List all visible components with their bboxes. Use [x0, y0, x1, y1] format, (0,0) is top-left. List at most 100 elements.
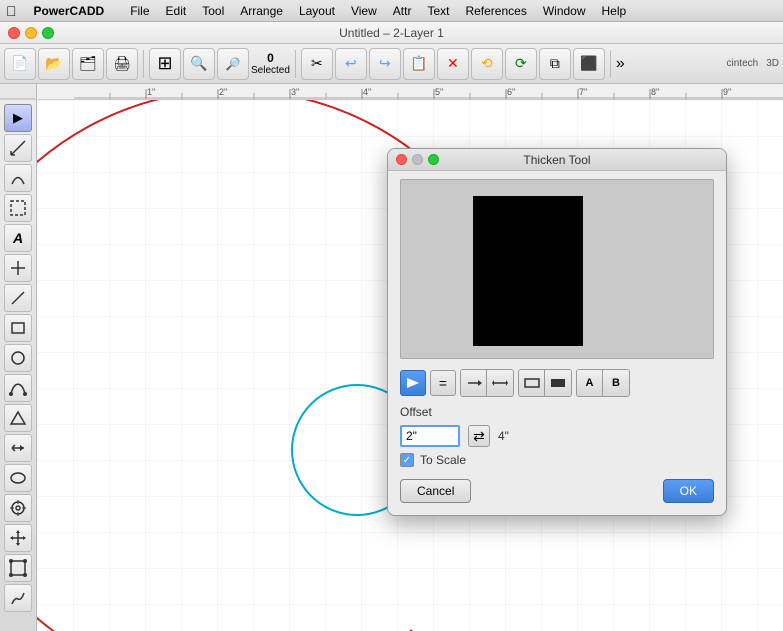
tool-ellipse[interactable]	[4, 464, 32, 492]
svg-text:7": 7"	[579, 87, 587, 97]
tb-separator-1	[143, 50, 144, 78]
tool-triangle[interactable]	[4, 404, 32, 432]
menu-edit[interactable]: Edit	[159, 2, 194, 20]
svg-text:5": 5"	[435, 87, 443, 97]
tool-text[interactable]: A	[4, 224, 32, 252]
thicken-btn-group-lines	[518, 369, 572, 397]
menu-help[interactable]: Help	[595, 2, 634, 20]
tool-pencil-line[interactable]	[4, 134, 32, 162]
tb-separator-3	[610, 50, 611, 78]
tool-line[interactable]	[4, 284, 32, 312]
tb-select[interactable]: ⊞	[149, 48, 181, 80]
tb-undo[interactable]: ↩	[335, 48, 367, 80]
tb-print[interactable]: 🖨	[106, 48, 138, 80]
tool-move[interactable]	[4, 524, 32, 552]
menu-attr[interactable]: Attr	[386, 2, 419, 20]
titlebar: Untitled – 2-Layer 1	[0, 22, 783, 44]
thicken-btn-equals[interactable]: =	[430, 370, 456, 396]
toscale-label: To Scale	[420, 453, 466, 467]
tb-delete[interactable]: ✕	[437, 48, 469, 80]
toscale-checkbox[interactable]: ✓	[400, 453, 414, 467]
svg-text:8": 8"	[651, 87, 659, 97]
tool-rect[interactable]	[4, 314, 32, 342]
thicken-btn-group-arrows	[460, 369, 514, 397]
offset-swap-btn[interactable]: ⇄	[468, 425, 490, 447]
svg-text:2": 2"	[219, 87, 227, 97]
thicken-btn-arrow-right[interactable]	[400, 370, 426, 396]
tool-scale-box[interactable]	[4, 554, 32, 582]
toscale-row: ✓ To Scale	[400, 453, 714, 467]
menu-tool[interactable]: Tool	[195, 2, 231, 20]
tool-target[interactable]	[4, 494, 32, 522]
offset-row: Offset	[400, 405, 714, 419]
dialog-content: = A B	[388, 171, 726, 515]
tb-overflow-btn[interactable]: »	[616, 55, 625, 73]
tb-paste[interactable]: 📋	[403, 48, 435, 80]
thicken-btn-group-icons: A B	[576, 369, 630, 397]
tb-group[interactable]: ⬛	[573, 48, 605, 80]
tb-copy[interactable]: ⧉	[539, 48, 571, 80]
thicken-btn-icon-b[interactable]: B	[603, 370, 629, 396]
tb-new[interactable]: 📄	[4, 48, 36, 80]
tb-undo2[interactable]: ⟲	[471, 48, 503, 80]
offset-label: Offset	[400, 405, 432, 419]
ok-button[interactable]: OK	[663, 479, 714, 503]
window-controls	[8, 27, 54, 39]
tb-separator-2	[295, 50, 296, 78]
thicken-btn-icon-a[interactable]: A	[577, 370, 603, 396]
menu-view[interactable]: View	[344, 2, 384, 20]
offset-input[interactable]	[400, 425, 460, 447]
tool-cursor[interactable]: ▶	[4, 104, 32, 132]
dialog-zoom-button[interactable]	[428, 154, 439, 165]
dialog-close-button[interactable]	[396, 154, 407, 165]
tool-crosshair[interactable]	[4, 254, 32, 282]
tool-arc[interactable]	[4, 164, 32, 192]
tool-freehand[interactable]	[4, 584, 32, 612]
tb-redo[interactable]: ↪	[369, 48, 401, 80]
menu-layout[interactable]: Layout	[292, 2, 342, 20]
menu-references[interactable]: References	[458, 2, 533, 20]
menu-text[interactable]: Text	[420, 2, 456, 20]
tool-arrow[interactable]	[4, 434, 32, 462]
tool-bezier[interactable]	[4, 374, 32, 402]
close-button[interactable]	[8, 27, 20, 39]
tb-templates[interactable]: 🗂	[72, 48, 104, 80]
ruler-horizontal: 1" 2" 3" 4" 5" 6" 7" 8" 9"	[74, 84, 783, 100]
offset-right-value: 4"	[498, 429, 509, 443]
thicken-btn-arrow-single[interactable]	[461, 370, 487, 396]
thicken-btn-line-closed[interactable]	[545, 370, 571, 396]
menu-window[interactable]: Window	[536, 2, 593, 20]
tb-redo2[interactable]: ⟳	[505, 48, 537, 80]
dialog-minimize-button[interactable]	[412, 154, 423, 165]
svg-text:4": 4"	[363, 87, 371, 97]
window-title: Untitled – 2-Layer 1	[339, 26, 444, 40]
tb-right-label2: 3D	[766, 58, 779, 69]
zoom-button[interactable]	[42, 27, 54, 39]
toolbar: 📄 📂 🗂 🖨 ⊞ 🔍 🔎 0 Selected ✂ ↩ ↪ 📋 ✕ ⟲ ⟳ ⧉…	[0, 44, 783, 84]
tb-cut[interactable]: ✂	[301, 48, 333, 80]
cancel-button[interactable]: Cancel	[400, 479, 471, 503]
thicken-btn-line-open[interactable]	[519, 370, 545, 396]
preview-shape	[473, 196, 583, 346]
preview-area	[400, 179, 714, 359]
left-toolbar: ▶ A	[0, 100, 37, 631]
svg-text:3": 3"	[291, 87, 299, 97]
tb-zoom[interactable]: 🔍	[183, 48, 215, 80]
tb-right-label1: cintech	[727, 58, 759, 69]
svg-text:9": 9"	[723, 87, 731, 97]
tool-buttons-row: = A B	[400, 369, 714, 397]
tb-zoom-out[interactable]: 🔎	[217, 48, 249, 80]
tb-selected-count: 0 Selected	[251, 51, 290, 76]
dialog-titlebar: Thicken Tool	[388, 149, 726, 171]
tool-select-rect[interactable]	[4, 194, 32, 222]
menu-arrange[interactable]: Arrange	[233, 2, 290, 20]
tb-open[interactable]: 📂	[38, 48, 70, 80]
app-name[interactable]: PowerCADD	[27, 2, 112, 20]
apple-logo-icon: 	[6, 3, 17, 19]
ruler-svg: 1" 2" 3" 4" 5" 6" 7" 8" 9"	[74, 84, 783, 99]
thicken-btn-arrow-double[interactable]	[487, 370, 513, 396]
minimize-button[interactable]	[25, 27, 37, 39]
menubar:  PowerCADD File Edit Tool Arrange Layou…	[0, 0, 783, 22]
tool-circle[interactable]	[4, 344, 32, 372]
menu-file[interactable]: File	[123, 2, 156, 20]
